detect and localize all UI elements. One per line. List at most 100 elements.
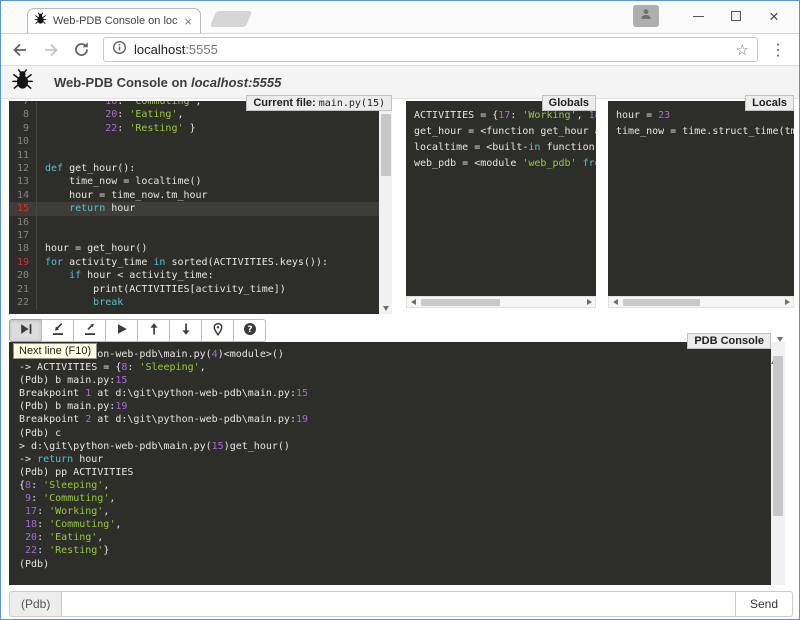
code-scroll-thumb[interactable]	[381, 114, 391, 176]
scroll-down-icon[interactable]	[379, 302, 392, 314]
send-button[interactable]: Send	[736, 591, 793, 617]
globals-panel: Globals ACTIVITIES = {17: 'Working', 18:…	[406, 101, 596, 308]
console-line: -> ACTIVITIES = {8: 'Sleeping',	[19, 361, 761, 374]
code-line: 10	[9, 135, 379, 148]
continue-button[interactable]	[105, 319, 138, 342]
scroll-right-icon[interactable]	[583, 297, 595, 307]
globals-label: Globals	[542, 95, 596, 111]
help-button[interactable]: ?	[233, 319, 266, 342]
scroll-left-icon[interactable]	[609, 297, 621, 307]
url-text[interactable]: localhost:5555	[134, 42, 736, 57]
code-line: 14 hour = time_now.tm_hour	[9, 189, 379, 202]
globals-line: web_pdb = <module 'web_pdb' from '	[414, 156, 588, 172]
breakpoint-line-number: 15	[9, 202, 37, 215]
console-line: (Pdb) b main.py:19	[19, 400, 761, 413]
person-icon	[639, 7, 653, 26]
tab-close-icon[interactable]: ×	[182, 15, 194, 28]
code-line: 22 break	[9, 296, 379, 309]
line-number: 21	[9, 283, 37, 296]
maximize-button[interactable]	[721, 5, 751, 27]
next-line-button[interactable]	[9, 319, 42, 342]
up-button[interactable]	[137, 319, 170, 342]
forward-arrow-icon	[42, 41, 60, 59]
line-number: 8	[9, 108, 37, 121]
console-line: (Pdb) pp ACTIVITIES	[19, 466, 761, 479]
minimize-button[interactable]	[683, 5, 713, 27]
maximize-icon	[731, 11, 741, 21]
console-line: 9: 'Commuting',	[19, 492, 761, 505]
code-vertical-scrollbar[interactable]	[379, 101, 392, 314]
console-line: {8: 'Sleeping',	[19, 479, 761, 492]
bookmark-star-icon[interactable]: ☆	[736, 41, 749, 59]
breakpoint-line-number: 19	[9, 256, 37, 269]
favicon-bug-icon	[34, 12, 47, 30]
address-bar[interactable]: localhost:5555 ☆	[103, 37, 758, 62]
globals-line: localtime = <built-in function loc	[414, 140, 588, 156]
code-line: 19for activity_time in sorted(ACTIVITIES…	[9, 256, 379, 269]
line-number: 20	[9, 269, 37, 282]
pdb-console-panel: PDB Console > d:\git\python-web-pdb\main…	[9, 342, 785, 585]
line-number: 9	[9, 122, 37, 135]
browser-titlebar: Web-PDB Console on loc × ×	[1, 1, 799, 33]
info-icon[interactable]	[112, 40, 127, 60]
locals-panel: Locals hour = 23time_now = time.struct_t…	[608, 101, 794, 308]
down-button[interactable]	[169, 319, 202, 342]
line-number: 22	[9, 296, 37, 309]
line-number: 14	[9, 189, 37, 202]
code-line: 12def get_hour():	[9, 162, 379, 175]
where-icon	[211, 322, 225, 339]
step-out-button[interactable]	[73, 319, 106, 342]
code-line: 13 time_now = localtime()	[9, 175, 379, 188]
globals-scroll-thumb[interactable]	[421, 299, 500, 306]
globals-horizontal-scrollbar[interactable]	[406, 296, 596, 308]
console-line: (Pdb) c	[19, 427, 761, 440]
where-button[interactable]	[201, 319, 234, 342]
line-number: 10	[9, 135, 37, 148]
svg-text:?: ?	[247, 325, 252, 335]
new-tab-button[interactable]	[210, 11, 252, 27]
line-number: 12	[9, 162, 37, 175]
back-arrow-icon	[11, 41, 29, 59]
command-input[interactable]	[62, 591, 736, 617]
console-line: (Pdb) b main.py:15	[19, 374, 761, 387]
console-scroll-thumb[interactable]	[773, 356, 783, 516]
minimize-icon	[693, 16, 704, 17]
step-into-button[interactable]	[41, 319, 74, 342]
back-button[interactable]	[11, 41, 29, 59]
scroll-right-icon[interactable]	[781, 297, 793, 307]
browser-tab[interactable]: Web-PDB Console on loc ×	[27, 8, 201, 33]
page-title: Web-PDB Console on localhost:5555	[54, 75, 281, 90]
pdb-prompt-addon: (Pdb)	[9, 591, 62, 617]
globals-lines: ACTIVITIES = {17: 'Working', 18: 'get_ho…	[406, 101, 596, 296]
browser-window: Web-PDB Console on loc × ×	[0, 0, 800, 620]
line-number: 7	[9, 101, 37, 108]
console-line: Breakpoint 2 at d:\git\python-web-pdb\ma…	[19, 413, 761, 426]
profile-button[interactable]	[633, 5, 659, 27]
locals-scroll-thumb[interactable]	[623, 299, 700, 306]
code-line: 16	[9, 216, 379, 229]
globals-line: get_hour = <function get_hour at 0	[414, 124, 588, 140]
tab-title: Web-PDB Console on loc	[53, 15, 182, 27]
line-number: 18	[9, 242, 37, 255]
code-line: 17	[9, 229, 379, 242]
page-header: Web-PDB Console on localhost:5555	[1, 65, 799, 99]
forward-button[interactable]	[42, 41, 60, 59]
refresh-button[interactable]	[73, 41, 90, 58]
console-vertical-scrollbar[interactable]	[771, 342, 785, 585]
scroll-left-icon[interactable]	[407, 297, 419, 307]
continue-icon	[115, 322, 129, 339]
menu-dots-icon[interactable]: ⋮	[767, 40, 789, 60]
next-line-tooltip: Next line (F10)	[13, 343, 97, 359]
code-lines: 7 18: 'Commuting',8 20: 'Eating',9 22: '…	[9, 101, 379, 314]
close-button[interactable]: ×	[759, 5, 789, 27]
line-number: 13	[9, 175, 37, 188]
pdb-console-label: PDB Console	[687, 333, 771, 349]
next-line-icon	[19, 322, 33, 339]
console-line: > d:\git\python-web-pdb\main.py(4)<modul…	[19, 348, 761, 361]
close-icon: ×	[769, 8, 779, 25]
console-line: (Pdb)	[19, 558, 761, 571]
line-number: 11	[9, 149, 37, 162]
console-line: 17: 'Working',	[19, 505, 761, 518]
line-number: 17	[9, 229, 37, 242]
locals-horizontal-scrollbar[interactable]	[608, 296, 794, 308]
